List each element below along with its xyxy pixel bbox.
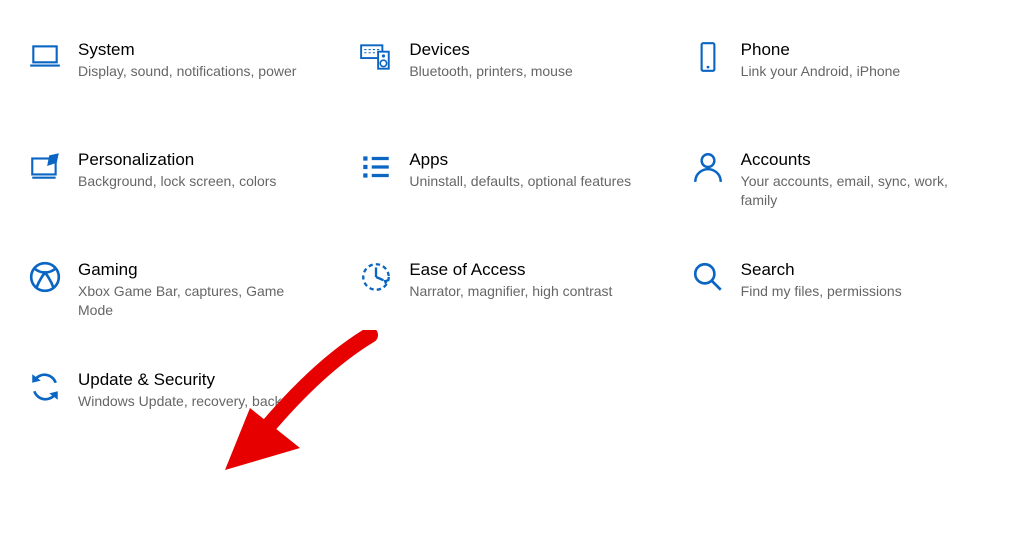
settings-grid: System Display, sound, notifications, po… (0, 0, 1024, 460)
update-icon (20, 370, 70, 404)
tile-update-security[interactable]: Update & Security Windows Update, recove… (20, 370, 341, 440)
tile-title: Ease of Access (409, 260, 612, 280)
search-icon (683, 260, 733, 294)
tile-title: Apps (409, 150, 631, 170)
tile-title: System (78, 40, 296, 60)
tile-phone[interactable]: Phone Link your Android, iPhone (683, 40, 1004, 110)
tile-desc: Background, lock screen, colors (78, 172, 276, 191)
tile-title: Accounts (741, 150, 984, 170)
tile-title: Devices (409, 40, 572, 60)
apps-icon (351, 150, 401, 184)
tile-desc: Uninstall, defaults, optional features (409, 172, 631, 191)
personalization-icon (20, 150, 70, 184)
phone-icon (683, 40, 733, 74)
devices-icon (351, 40, 401, 74)
gaming-icon (20, 260, 70, 294)
tile-desc: Bluetooth, printers, mouse (409, 62, 572, 81)
tile-desc: Your accounts, email, sync, work, family (741, 172, 984, 210)
accounts-icon (683, 150, 733, 184)
tile-title: Search (741, 260, 902, 280)
tile-title: Phone (741, 40, 901, 60)
ease-of-access-icon (351, 260, 401, 294)
tile-desc: Find my files, permissions (741, 282, 902, 301)
tile-devices[interactable]: Devices Bluetooth, printers, mouse (351, 40, 672, 110)
tile-ease-of-access[interactable]: Ease of Access Narrator, magnifier, high… (351, 260, 672, 330)
system-icon (20, 40, 70, 74)
tile-title: Update & Security (78, 370, 297, 390)
tile-desc: Narrator, magnifier, high contrast (409, 282, 612, 301)
tile-title: Gaming (78, 260, 321, 280)
tile-personalization[interactable]: Personalization Background, lock screen,… (20, 150, 341, 220)
tile-title: Personalization (78, 150, 276, 170)
tile-desc: Link your Android, iPhone (741, 62, 901, 81)
tile-desc: Display, sound, notifications, power (78, 62, 296, 81)
tile-accounts[interactable]: Accounts Your accounts, email, sync, wor… (683, 150, 1004, 220)
tile-apps[interactable]: Apps Uninstall, defaults, optional featu… (351, 150, 672, 220)
tile-gaming[interactable]: Gaming Xbox Game Bar, captures, Game Mod… (20, 260, 341, 330)
tile-system[interactable]: System Display, sound, notifications, po… (20, 40, 341, 110)
tile-search[interactable]: Search Find my files, permissions (683, 260, 1004, 330)
tile-desc: Windows Update, recovery, backup (78, 392, 297, 411)
tile-desc: Xbox Game Bar, captures, Game Mode (78, 282, 321, 320)
